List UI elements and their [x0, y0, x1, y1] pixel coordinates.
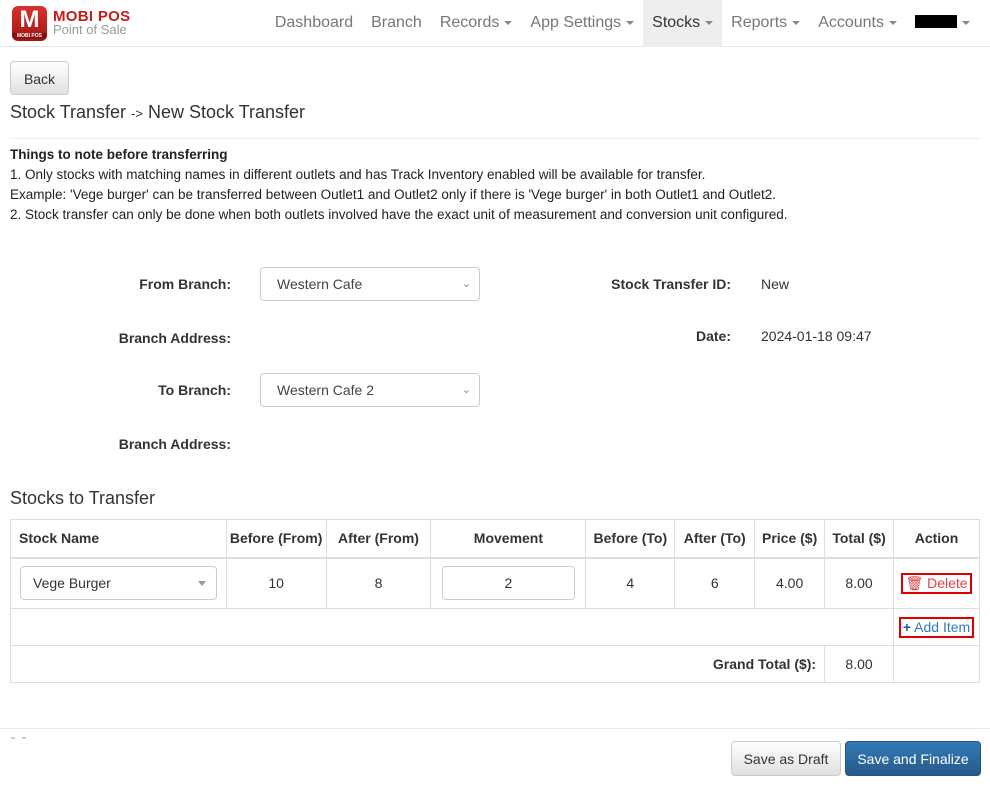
date-label: Date: — [695, 328, 731, 344]
title-divider — [10, 138, 980, 139]
movement-input[interactable] — [441, 566, 575, 601]
caret-down-icon — [889, 20, 897, 25]
transfer-id-value: New — [761, 276, 790, 292]
brand-subtitle: Point of Sale — [53, 22, 127, 37]
brand-logo[interactable]: M MOBI POS MOBI POS Point of Sale — [12, 5, 130, 41]
breadcrumb-parent: Stock Transfer — [10, 102, 127, 122]
from-branch-address-label: Branch Address: — [118, 330, 231, 346]
col-stock-name: Stock Name — [10, 519, 227, 559]
col-before-to: Before (To) — [585, 519, 676, 559]
col-after-from: After (From) — [325, 519, 432, 559]
col-before-from: Before (From) — [225, 519, 327, 559]
nav-reports[interactable]: Reports — [722, 0, 809, 47]
mobi-pos-logo-icon: M MOBI POS — [12, 5, 47, 41]
back-button[interactable]: Back — [10, 61, 69, 95]
add-item-button[interactable]: + Add Item — [898, 616, 975, 638]
caret-down-icon — [705, 20, 714, 25]
col-action: Action — [893, 519, 980, 559]
delete-row-button[interactable]: 🗑 Delete — [901, 572, 972, 594]
col-total: Total ($) — [824, 519, 895, 559]
trash-icon: 🗑 — [905, 574, 924, 591]
price-cell: 4.00 — [754, 557, 826, 609]
after-from-cell: 8 — [325, 557, 432, 609]
to-branch-address-label: Branch Address: — [118, 436, 231, 452]
chevron-down-icon: ⌄ — [461, 278, 471, 290]
from-branch-select[interactable]: Western Cafe ⌄ — [260, 267, 480, 301]
caret-down-icon — [504, 20, 513, 25]
page-title: Stock Transfer -> New Stock Transfer — [10, 102, 305, 123]
col-movement: Movement — [430, 519, 587, 559]
nav-user-menu[interactable] — [906, 0, 990, 47]
nav-stocks[interactable]: Stocks — [643, 0, 723, 47]
save-and-finalize-button[interactable]: Save and Finalize — [845, 741, 981, 776]
note-line: Example: 'Vege burger' can be transferre… — [10, 187, 777, 202]
note-line: 2. Stock transfer can only be done when … — [10, 207, 788, 222]
notes-heading: Things to note before transferring — [10, 147, 228, 162]
breadcrumb-current: New Stock Transfer — [148, 102, 306, 122]
from-branch-label: From Branch: — [139, 276, 231, 292]
table-header-row: Stock Name Before (From) After (From) Mo… — [10, 519, 980, 559]
to-branch-label: To Branch: — [158, 382, 231, 398]
nav-accounts[interactable]: Accounts — [809, 0, 906, 47]
top-navbar: M MOBI POS MOBI POS Point of Sale Dashbo… — [0, 0, 990, 47]
plus-icon: + — [902, 618, 912, 635]
caret-down-icon — [197, 581, 206, 587]
nav-branch[interactable]: Branch — [362, 0, 431, 47]
add-item-row: + Add Item — [9, 608, 980, 646]
col-after-to: After (To) — [674, 519, 756, 559]
stocks-section-title: Stocks to Transfer — [10, 488, 156, 508]
note-line: 1. Only stocks with matching names in di… — [10, 167, 706, 182]
grand-total-label: Grand Total ($): — [9, 645, 826, 683]
stocks-table: Stock Name Before (From) After (From) Mo… — [9, 519, 980, 683]
stock-name-select[interactable]: Vege Burger — [20, 566, 217, 601]
chevron-down-icon: ⌄ — [461, 384, 471, 396]
transfer-notes: Things to note before transferring 1. On… — [10, 145, 787, 225]
nav-records[interactable]: Records — [431, 0, 522, 47]
total-cell: 8.00 — [824, 557, 895, 609]
to-branch-select[interactable]: Western Cafe 2 ⌄ — [260, 373, 480, 407]
footer-divider — [0, 728, 990, 729]
caret-down-icon — [792, 20, 801, 25]
before-from-cell: 10 — [225, 557, 327, 609]
caret-down-icon — [962, 20, 970, 25]
after-to-cell: 6 — [674, 557, 756, 609]
caret-down-icon — [626, 20, 635, 25]
save-as-draft-button[interactable]: Save as Draft — [731, 741, 841, 776]
grand-total-row: Grand Total ($): 8.00 — [9, 645, 980, 683]
nav-dashboard[interactable]: Dashboard — [266, 0, 362, 47]
table-row: Vege Burger 10 8 4 6 4.00 8.00 🗑 Delete — [10, 557, 980, 609]
breadcrumb-separator: -> — [131, 106, 143, 121]
col-price: Price ($) — [754, 519, 826, 559]
main-nav: Dashboard Branch Records App Settings St… — [266, 0, 990, 47]
before-to-cell: 4 — [585, 557, 676, 609]
date-value: 2024-01-18 09:47 — [761, 328, 872, 344]
nav-app-settings[interactable]: App Settings — [521, 0, 643, 47]
grand-total-value: 8.00 — [824, 645, 895, 683]
transfer-id-label: Stock Transfer ID: — [611, 276, 731, 292]
redacted-username — [915, 14, 957, 28]
